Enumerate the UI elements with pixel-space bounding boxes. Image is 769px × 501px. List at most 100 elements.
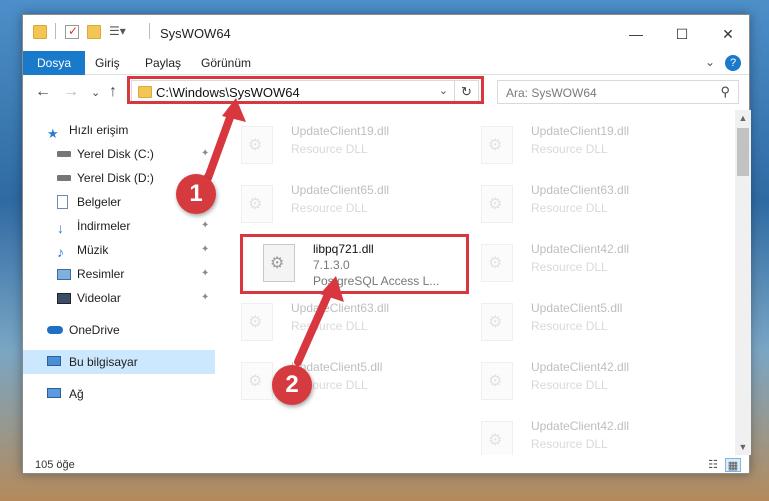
- pictures-icon: [57, 269, 71, 280]
- file-item[interactable]: UpdateClient63.dll Resource DLL: [223, 297, 453, 353]
- dll-file-icon: [241, 185, 273, 223]
- star-icon: ★: [47, 126, 59, 141]
- file-item[interactable]: UpdateClient5.dll Resource DLL: [463, 297, 693, 353]
- chevron-down-icon[interactable]: ⌄: [705, 55, 715, 69]
- file-description: Resource DLL: [531, 378, 608, 392]
- dll-file-icon: [481, 126, 513, 164]
- forward-button[interactable]: →: [63, 83, 79, 101]
- customize-icon[interactable]: ☰▾: [109, 24, 129, 38]
- maximize-button[interactable]: ☐: [659, 19, 705, 49]
- file-name: UpdateClient19.dll: [531, 124, 630, 138]
- sidebar-item-label: Müzik: [77, 243, 109, 257]
- scroll-up-icon[interactable]: ▲: [735, 110, 751, 126]
- file-name: UpdateClient42.dll: [531, 419, 630, 433]
- sidebar-item-this-pc[interactable]: Bu bilgisayar: [23, 350, 215, 374]
- up-button[interactable]: ↑: [109, 83, 117, 101]
- navigation-pane: ★ Hızlı erişim Yerel Disk (C:) ✦ Yerel D…: [23, 110, 215, 455]
- address-highlight-box: [127, 76, 484, 104]
- music-icon: ♪: [57, 244, 64, 260]
- file-item[interactable]: UpdateClient63.dll Resource DLL: [463, 179, 693, 235]
- dll-file-icon: [481, 362, 513, 400]
- sidebar-item-network[interactable]: Ağ: [23, 382, 215, 406]
- ribbon: Dosya Giriş Paylaş Görünüm ⌄ ?: [23, 51, 749, 75]
- sidebar-item-quick-access[interactable]: ★ Hızlı erişim: [23, 118, 215, 142]
- back-button[interactable]: ←: [35, 83, 51, 101]
- file-item[interactable]: UpdateClient19.dll Resource DLL: [463, 120, 693, 176]
- sidebar-item-label: Resimler: [77, 267, 125, 281]
- dll-file-icon: [241, 303, 273, 341]
- scroll-down-icon[interactable]: ▼: [735, 439, 751, 455]
- sidebar-item-music[interactable]: ♪ Müzik ✦: [23, 238, 215, 262]
- documents-icon: [57, 195, 68, 209]
- details-view-icon[interactable]: ☷: [705, 458, 721, 472]
- videos-icon: [57, 293, 71, 304]
- file-description: Resource DLL: [291, 319, 368, 333]
- close-button[interactable]: ✕: [705, 19, 751, 49]
- file-name: UpdateClient5.dll: [531, 301, 623, 315]
- sidebar-item-label: Yerel Disk (D:): [77, 171, 154, 185]
- status-bar: 105 öğe ☷ ▦: [23, 455, 749, 475]
- sidebar-item-videos[interactable]: Videolar ✦: [23, 286, 215, 310]
- dll-file-icon: [481, 421, 513, 455]
- file-item[interactable]: UpdateClient5.dll Resource DLL: [223, 356, 453, 412]
- file-item[interactable]: UpdateClient19.dll Resource DLL: [223, 120, 453, 176]
- computer-icon: [47, 356, 61, 366]
- sidebar-item-label: Bu bilgisayar: [69, 355, 138, 369]
- divider: [149, 23, 150, 39]
- tiles-view-icon[interactable]: ▦: [725, 458, 741, 472]
- scroll-thumb[interactable]: [737, 128, 749, 176]
- vertical-scrollbar[interactable]: ▲ ▼: [735, 110, 751, 455]
- tab-home[interactable]: Giriş: [85, 51, 130, 75]
- sidebar-item-label: İndirmeler: [77, 219, 131, 233]
- file-description: Resource DLL: [531, 142, 608, 156]
- tab-share[interactable]: Paylaş: [135, 51, 191, 75]
- file-description: Resource DLL: [531, 260, 608, 274]
- file-item[interactable]: UpdateClient42.dll Resource DLL: [463, 415, 693, 455]
- pin-icon: ✦: [201, 220, 210, 231]
- file-highlight-box: [240, 234, 469, 294]
- dll-file-icon: [481, 303, 513, 341]
- search-icon[interactable]: ⚲: [720, 84, 730, 100]
- sidebar-item-local-disk-c[interactable]: Yerel Disk (C:) ✦: [23, 142, 215, 166]
- divider: [55, 23, 56, 39]
- recent-locations-button[interactable]: ⌄: [91, 86, 100, 99]
- file-item[interactable]: UpdateClient42.dll Resource DLL: [463, 238, 693, 294]
- pin-icon: ✦: [201, 244, 210, 255]
- sidebar-item-label: Yerel Disk (C:): [77, 147, 154, 161]
- tab-view[interactable]: Görünüm: [191, 51, 261, 75]
- step-badge-1: 1: [176, 174, 216, 214]
- file-item[interactable]: UpdateClient42.dll Resource DLL: [463, 356, 693, 412]
- title-bar: ✓ ☰▾ SysWOW64 — ☐ ✕: [23, 15, 749, 51]
- search-input[interactable]: Ara: SysWOW64 ⚲: [497, 80, 739, 104]
- file-item[interactable]: UpdateClient65.dll Resource DLL: [223, 179, 453, 235]
- file-name: UpdateClient42.dll: [531, 242, 630, 256]
- sidebar-item-pictures[interactable]: Resimler ✦: [23, 262, 215, 286]
- sidebar-item-downloads[interactable]: ↓ İndirmeler ✦: [23, 214, 215, 238]
- dll-file-icon: [241, 126, 273, 164]
- minimize-button[interactable]: —: [613, 19, 659, 49]
- new-folder-icon[interactable]: [87, 25, 101, 39]
- pin-icon: ✦: [201, 292, 210, 303]
- sidebar-item-onedrive[interactable]: OneDrive: [23, 318, 215, 342]
- file-description: Resource DLL: [291, 201, 368, 215]
- pin-icon: ✦: [201, 268, 210, 279]
- file-description: Resource DLL: [531, 319, 608, 333]
- sidebar-item-label: Ağ: [69, 387, 84, 401]
- help-icon[interactable]: ?: [725, 55, 741, 71]
- drive-icon: [57, 151, 71, 157]
- file-description: Resource DLL: [531, 201, 608, 215]
- item-count: 105 öğe: [35, 459, 75, 471]
- properties-icon[interactable]: ✓: [65, 24, 79, 39]
- dll-file-icon: [241, 362, 273, 400]
- file-name: UpdateClient63.dll: [531, 183, 630, 197]
- network-icon: [47, 388, 61, 398]
- step-badge-2: 2: [272, 365, 312, 405]
- dll-file-icon: [481, 244, 513, 282]
- folder-icon: [33, 25, 47, 39]
- tab-file[interactable]: Dosya: [23, 51, 86, 75]
- pin-icon: ✦: [201, 148, 210, 159]
- search-placeholder: Ara: SysWOW64: [506, 86, 597, 100]
- download-icon: ↓: [57, 220, 64, 236]
- window-title: SysWOW64: [160, 26, 231, 41]
- sidebar-item-label: Videolar: [77, 291, 121, 305]
